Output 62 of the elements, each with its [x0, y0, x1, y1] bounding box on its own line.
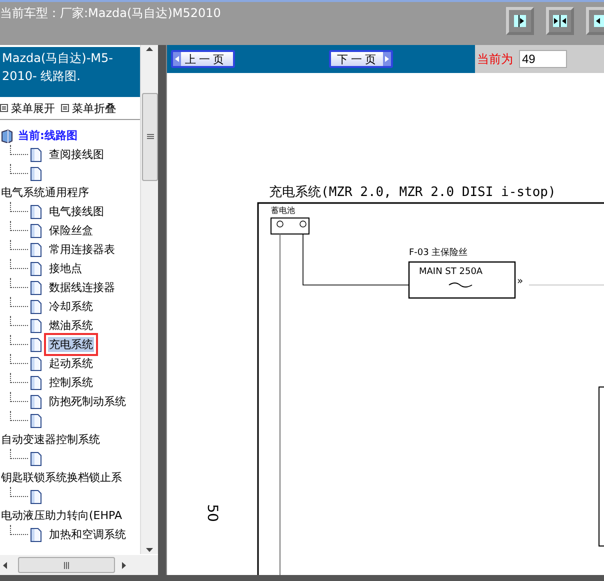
- tree-item[interactable]: 冷却系统: [0, 297, 140, 316]
- diagram-title: 充电系统(MZR 2.0, MZR 2.0 DISI i-stop): [269, 184, 556, 201]
- tree-item[interactable]: 起动系统: [0, 354, 140, 373]
- arrow-left-icon: [593, 14, 604, 28]
- page-icon: [30, 356, 42, 370]
- battery-symbol: [270, 218, 310, 234]
- book-icon: [0, 128, 14, 142]
- tree-item[interactable]: 钥匙联锁系统换档锁止系: [0, 468, 140, 487]
- page-icon: [30, 224, 42, 238]
- tree-item[interactable]: 接地点: [0, 259, 140, 278]
- page-icon: [30, 528, 42, 542]
- page-icon: [30, 166, 42, 180]
- split-view-button[interactable]: [546, 7, 574, 35]
- page-icon: [30, 376, 42, 390]
- page-icon: [30, 280, 42, 294]
- tree-item[interactable]: 控制系统: [0, 373, 140, 392]
- tree-item[interactable]: 保险丝盒: [0, 221, 140, 240]
- grip-icon: [64, 562, 70, 568]
- tree-item[interactable]: 常用连接器表: [0, 240, 140, 259]
- page-icon: [30, 490, 42, 504]
- page-number: 50: [204, 504, 220, 522]
- menu-action-link[interactable]: 菜单折叠: [72, 100, 116, 116]
- page-icon: [30, 318, 42, 332]
- tree-item[interactable]: 电气接线图: [0, 202, 140, 221]
- page-icon: [30, 204, 42, 218]
- grip-icon: [146, 134, 154, 140]
- sidebar-title: Mazda(马自达)-M5-2010- 线路图.: [0, 47, 140, 97]
- tree-item[interactable]: 燃油系统: [0, 316, 140, 335]
- next-page-button[interactable]: 下一页: [329, 50, 393, 68]
- page-icon: [30, 394, 42, 408]
- tree-item[interactable]: 电气系统通用程序: [0, 183, 140, 202]
- list-icon: [61, 104, 69, 112]
- page-icon: [30, 242, 42, 256]
- fuse-label: F-03 主保险丝: [409, 248, 468, 259]
- previous-page-button[interactable]: 上一页: [171, 50, 235, 68]
- page-icon: [30, 148, 42, 162]
- tree-item[interactable]: 数据线连接器: [0, 278, 140, 297]
- page-icon: [30, 414, 42, 428]
- tree-item[interactable]: 加热和空调系统: [0, 525, 140, 544]
- connector-mark: »: [517, 276, 524, 288]
- tree-item[interactable]: 查阅接线图: [0, 145, 140, 164]
- page-icon: [30, 262, 42, 276]
- header-title: 当前车型：厂家:Mazda(马自达)M52010: [0, 5, 221, 22]
- page-icon: [30, 452, 42, 466]
- current-page-label: 当前为: [477, 50, 513, 68]
- tree-item[interactable]: 当前:线路图: [0, 126, 140, 145]
- tree-item[interactable]: 电动液压助力转向(EHPA: [0, 506, 140, 525]
- menu-action-link[interactable]: 菜单展开: [11, 100, 55, 116]
- up-arrow-icon[interactable]: [146, 47, 153, 51]
- down-arrow-icon[interactable]: [146, 548, 153, 552]
- page-number-field[interactable]: 49: [519, 50, 567, 68]
- arrow-right-icon: [513, 14, 527, 28]
- fuse-rating: MAIN ST 250A: [419, 267, 483, 278]
- horizontal-scrollbar[interactable]: [0, 555, 158, 575]
- expand-right-button[interactable]: [506, 7, 534, 35]
- arrows-inward-icon: [552, 14, 568, 28]
- page-icon: [30, 300, 42, 314]
- page-icon: [30, 338, 42, 352]
- vertical-scrollbar[interactable]: [140, 45, 158, 554]
- tree-item[interactable]: 自动变速器控制系统: [0, 430, 140, 449]
- tree-item[interactable]: 防抱死制动系统: [0, 392, 140, 411]
- battery-label: 蓄电池: [271, 206, 295, 216]
